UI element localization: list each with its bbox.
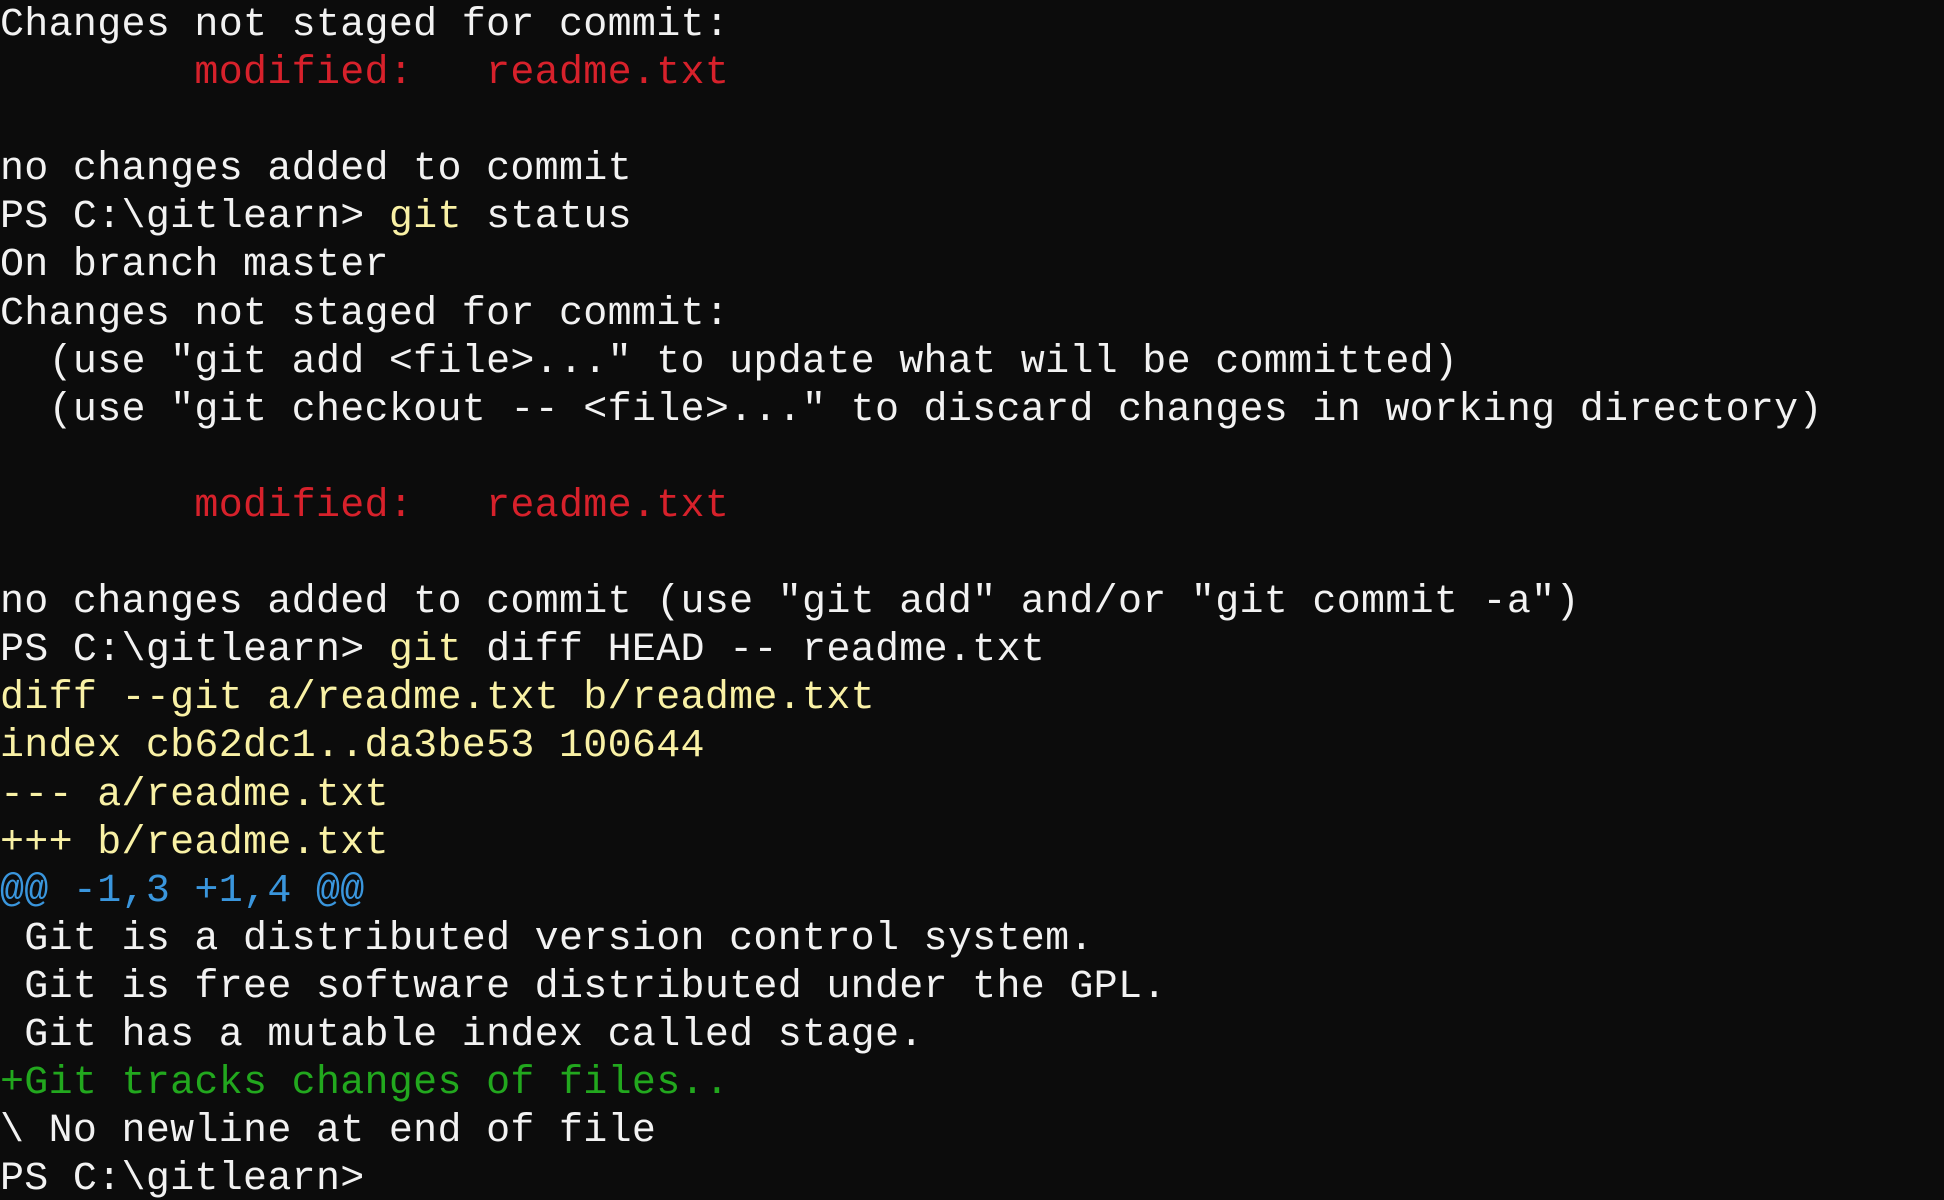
output-line: modified: readme.txt [0,483,1944,531]
prompt-text: PS C:\gitlearn> [0,195,389,241]
output-line: no changes added to commit (use "git add… [0,579,1944,627]
output-line: Changes not staged for commit: [0,2,1944,50]
line-text: Changes not staged for commit: [0,291,730,337]
output-line: index cb62dc1..da3be53 100644 [0,723,1944,771]
line-text: Git is free software distributed under t… [0,964,1167,1010]
output-line: Git is a distributed version control sys… [0,916,1944,964]
line-text: +++ b/readme.txt [0,820,389,866]
line-text: index cb62dc1..da3be53 100644 [0,724,705,770]
line-text: git [388,628,462,674]
output-line: no changes added to commit [0,146,1944,194]
line-text: (use "git add <file>..." to update what … [0,339,1459,385]
prompt-text: PS C:\gitlearn> [0,628,389,674]
line-text: --- a/readme.txt [0,772,389,818]
line-text: \ No newline at end of file [0,1109,657,1155]
output-line: diff --git a/readme.txt b/readme.txt [0,675,1944,723]
line-text: status [461,195,632,241]
output-line: +Git tracks changes of files.. [0,1060,1944,1108]
line-text: modified: readme.txt [0,51,730,97]
terminal-window[interactable]: Changes not staged for commit: modified:… [0,0,1944,1200]
output-line: @@ -1,3 +1,4 @@ [0,868,1944,916]
line-text: diff HEAD -- readme.txt [461,628,1046,674]
line-text: git [388,195,462,241]
line-text: +Git tracks changes of files.. [0,1061,730,1107]
line-text: Git has a mutable index called stage. [0,1012,924,1058]
output-line: (use "git add <file>..." to update what … [0,339,1944,387]
output-line: Changes not staged for commit: [0,291,1944,339]
line-text: @@ -1,3 +1,4 @@ [0,868,365,914]
output-line: On branch master [0,242,1944,290]
output-line: \ No newline at end of file [0,1108,1944,1156]
line-text: Git is a distributed version control sys… [0,916,1094,962]
line-text: (use "git checkout -- <file>..." to disc… [0,387,1823,433]
output-line: +++ b/readme.txt [0,820,1944,868]
output-line: Git is free software distributed under t… [0,964,1944,1012]
output-line: --- a/readme.txt [0,772,1944,820]
line-text: Changes not staged for commit: [0,3,730,48]
line-text: no changes added to commit (use "git add… [0,580,1580,626]
prompt-line[interactable]: PS C:\gitlearn> [0,1156,1944,1200]
output-line: Git has a mutable index called stage. [0,1012,1944,1060]
output-line: modified: readme.txt [0,50,1944,98]
line-text: no changes added to commit [0,147,632,193]
line-text: diff --git a/readme.txt b/readme.txt [0,676,875,722]
prompt-line: PS C:\gitlearn> git status [0,194,1944,242]
prompt-text: PS C:\gitlearn> [0,1157,365,1200]
output-line: (use "git checkout -- <file>..." to disc… [0,387,1944,435]
line-text: modified: readme.txt [0,483,730,529]
line-text: On branch master [0,243,389,289]
prompt-line: PS C:\gitlearn> git diff HEAD -- readme.… [0,627,1944,675]
